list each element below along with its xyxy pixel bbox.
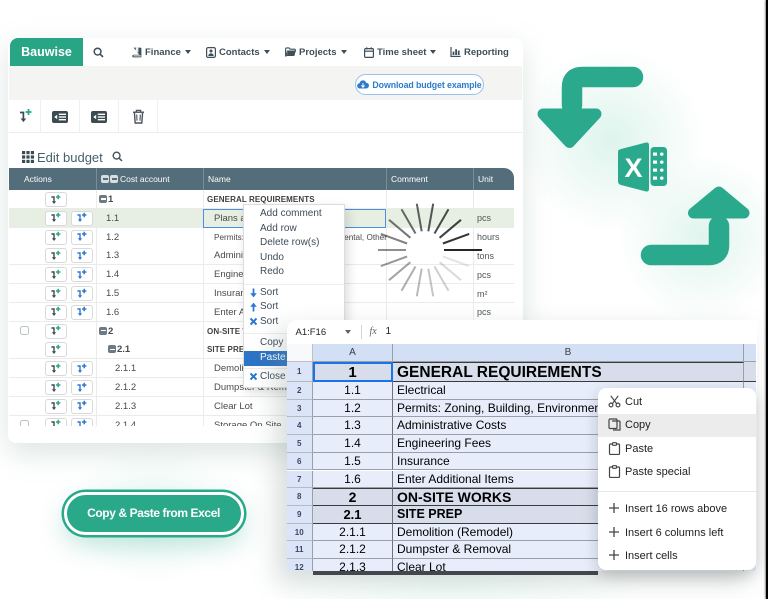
svg-text:X: X <box>624 153 642 183</box>
